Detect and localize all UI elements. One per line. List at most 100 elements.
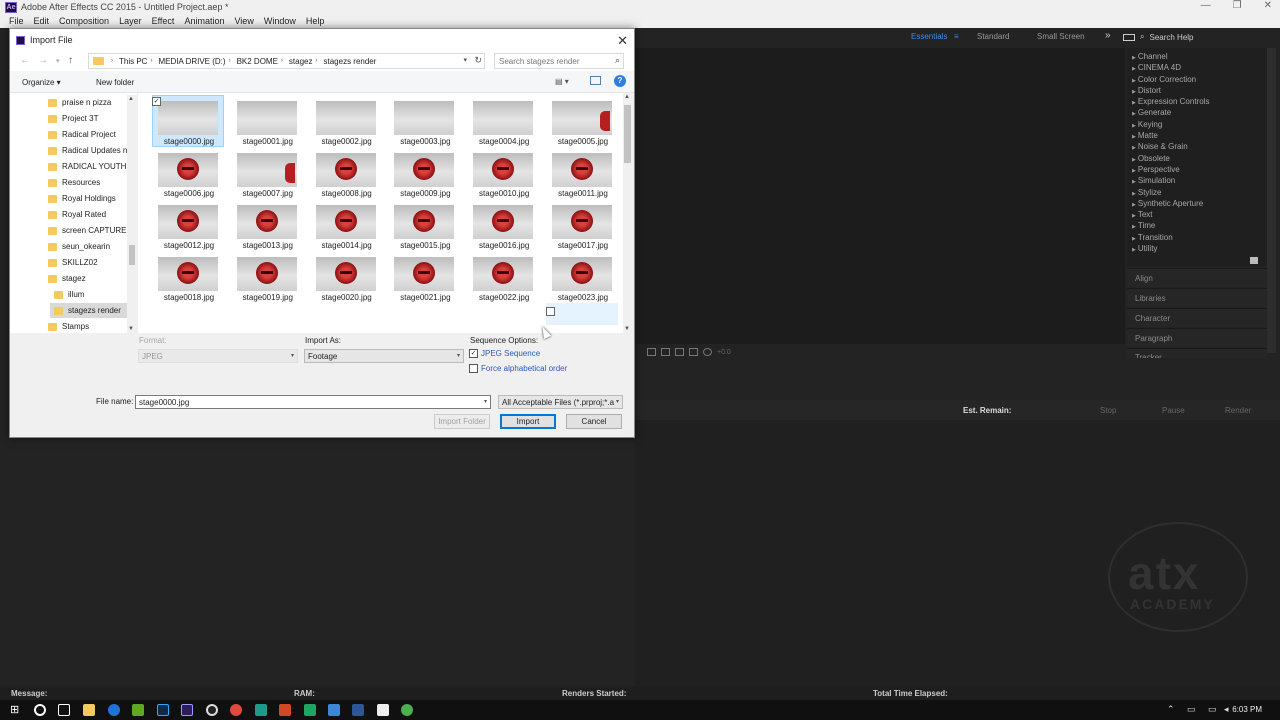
pause-button[interactable]: Pause bbox=[1162, 406, 1185, 415]
effect-category[interactable]: Distort bbox=[1132, 85, 1267, 96]
effect-category[interactable]: Color Correction bbox=[1132, 74, 1267, 85]
nav-item[interactable]: stagez bbox=[10, 271, 86, 286]
render-button[interactable]: Render bbox=[1225, 406, 1251, 415]
breadcrumb-stagez[interactable]: stagez bbox=[289, 57, 313, 66]
task-view-icon[interactable] bbox=[58, 704, 70, 716]
effect-category[interactable]: Generate bbox=[1132, 107, 1267, 118]
file-explorer-icon[interactable] bbox=[83, 704, 95, 716]
network-icon[interactable]: ▭ bbox=[1187, 704, 1196, 715]
menu-file[interactable]: File bbox=[9, 16, 24, 26]
menu-composition[interactable]: Composition bbox=[59, 16, 109, 26]
nav-item[interactable]: Radical Updates n bbox=[10, 143, 127, 158]
tracker-panel-tab[interactable]: Tracker bbox=[1127, 348, 1267, 358]
file-thumbnail[interactable]: stage0014.jpg bbox=[308, 199, 376, 250]
menu-effect[interactable]: Effect bbox=[152, 16, 175, 26]
stop-button[interactable]: Stop bbox=[1100, 406, 1116, 415]
chevron-down-icon[interactable]: ▾ bbox=[484, 398, 487, 405]
cancel-button[interactable]: Cancel bbox=[566, 414, 622, 429]
character-panel-tab[interactable]: Character bbox=[1127, 308, 1267, 327]
effect-category[interactable]: Matte bbox=[1132, 130, 1267, 141]
after-effects-icon[interactable] bbox=[181, 704, 193, 716]
menu-view[interactable]: View bbox=[234, 16, 253, 26]
menu-help[interactable]: Help bbox=[306, 16, 325, 26]
forward-arrow-icon[interactable]: → bbox=[38, 55, 48, 66]
scroll-up-icon[interactable]: ▲ bbox=[128, 96, 134, 102]
search-help[interactable]: ⌕ Search Help bbox=[1123, 32, 1194, 42]
file-thumbnail[interactable]: stage0021.jpg bbox=[386, 251, 455, 302]
volume-icon[interactable]: ◂ bbox=[1224, 704, 1229, 715]
app-teal-icon[interactable] bbox=[255, 704, 267, 716]
start-windows-icon[interactable]: ⊞ bbox=[10, 704, 22, 716]
camera-icon[interactable] bbox=[689, 348, 698, 356]
file-thumbnail[interactable]: stage0015.jpg bbox=[386, 199, 455, 250]
search-input[interactable]: Search stagezs render ⌕ bbox=[494, 53, 624, 69]
file-thumbnail[interactable]: stage0009.jpg bbox=[386, 147, 455, 198]
file-scroll-thumb[interactable] bbox=[624, 105, 631, 163]
powerpoint-icon[interactable] bbox=[279, 704, 291, 716]
nav-item[interactable]: SKILLZ02 bbox=[10, 255, 98, 270]
nav-item[interactable]: illum bbox=[10, 287, 84, 302]
nav-scroll-thumb[interactable] bbox=[129, 245, 135, 265]
nav-item[interactable]: seun_okearin bbox=[10, 239, 110, 254]
refresh-icon[interactable]: ↻ bbox=[474, 55, 482, 66]
menu-edit[interactable]: Edit bbox=[34, 16, 50, 26]
effect-category[interactable]: CINEMA 4D bbox=[1132, 62, 1267, 73]
minimize-icon[interactable]: — bbox=[1201, 0, 1211, 11]
paragraph-panel-tab[interactable]: Paragraph bbox=[1127, 328, 1267, 347]
nav-item[interactable]: Stamps bbox=[10, 319, 89, 333]
right-panel-scrollbar[interactable] bbox=[1267, 48, 1276, 353]
nav-item[interactable]: screen CAPTURE bbox=[10, 223, 126, 238]
file-thumbnail[interactable]: stage0011.jpg bbox=[544, 147, 612, 198]
effect-category[interactable]: Channel bbox=[1132, 51, 1267, 62]
recent-chevron-icon[interactable]: ▾ bbox=[56, 57, 60, 65]
effect-category[interactable]: Stylize bbox=[1132, 187, 1267, 198]
app-blue-icon[interactable] bbox=[328, 704, 340, 716]
file-thumbnail[interactable]: stage0013.jpg bbox=[229, 199, 297, 250]
organize-menu[interactable]: Organize ▾ bbox=[22, 78, 61, 87]
file-thumbnail[interactable]: stage0023.jpg bbox=[544, 251, 612, 302]
file-thumbnail[interactable]: stage0016.jpg bbox=[465, 199, 534, 250]
force-alphabetical-checkbox[interactable]: Force alphabetical order bbox=[469, 364, 567, 373]
checkbox-checked-icon[interactable]: ✓ bbox=[152, 97, 161, 106]
file-thumbnail[interactable]: stage0019.jpg bbox=[229, 251, 297, 302]
import-button[interactable]: Import bbox=[500, 414, 556, 429]
edge-icon[interactable] bbox=[108, 704, 120, 716]
color-icon[interactable] bbox=[703, 348, 712, 356]
photoshop-icon[interactable] bbox=[157, 704, 169, 716]
file-pane-scrollbar[interactable]: ▲ ▼ bbox=[623, 93, 632, 333]
align-panel-tab[interactable]: Align bbox=[1127, 268, 1267, 287]
libraries-panel-tab[interactable]: Libraries bbox=[1127, 288, 1267, 307]
file-thumbnail[interactable]: stage0002.jpg bbox=[308, 95, 376, 146]
app-green-icon[interactable] bbox=[401, 704, 413, 716]
nav-pane-scrollbar[interactable]: ▲ ▼ bbox=[127, 95, 137, 333]
menu-window[interactable]: Window bbox=[264, 16, 296, 26]
close-window-icon[interactable]: ✕ bbox=[1264, 0, 1272, 11]
tray-chevron-icon[interactable]: ⌃ bbox=[1167, 704, 1175, 715]
scroll-up-icon[interactable]: ▲ bbox=[624, 94, 630, 100]
address-dropdown-icon[interactable]: ▾ bbox=[463, 56, 467, 64]
help-icon[interactable]: ? bbox=[614, 75, 626, 87]
effect-category[interactable]: Expression Controls bbox=[1132, 96, 1267, 107]
file-thumbnail[interactable]: stage0012.jpg bbox=[150, 199, 218, 250]
breadcrumb-this-pc[interactable]: This PC bbox=[119, 57, 147, 66]
menu-layer[interactable]: Layer bbox=[119, 16, 142, 26]
effect-category[interactable]: Noise & Grain bbox=[1132, 141, 1267, 152]
exposure-value[interactable]: +0.0 bbox=[717, 349, 731, 356]
back-arrow-icon[interactable]: ← bbox=[20, 55, 30, 66]
workspace-menu-icon[interactable]: ≡ bbox=[954, 32, 959, 41]
workspace-essentials[interactable]: Essentials bbox=[911, 32, 947, 41]
file-thumbnail[interactable]: stage0010.jpg bbox=[465, 147, 534, 198]
file-thumbnail[interactable]: stage0007.jpg bbox=[229, 147, 297, 198]
file-thumbnail[interactable]: stage0017.jpg bbox=[544, 199, 612, 250]
item-checkbox[interactable] bbox=[546, 307, 555, 316]
breadcrumb-bk2-dome[interactable]: BK2 DOME bbox=[237, 57, 278, 66]
address-bar[interactable]: › This PC › MEDIA DRIVE (D:) › BK2 DOME … bbox=[88, 53, 485, 69]
notepad-icon[interactable] bbox=[377, 704, 389, 716]
effect-category[interactable]: Obsolete bbox=[1132, 153, 1267, 164]
workspace-standard[interactable]: Standard bbox=[977, 32, 1009, 41]
file-thumbnail[interactable]: stage0003.jpg bbox=[386, 95, 455, 146]
file-thumbnail[interactable]: stage0022.jpg bbox=[465, 251, 534, 302]
nav-item[interactable]: Project 3T bbox=[10, 111, 98, 126]
file-name-input[interactable]: stage0000.jpg ▾ bbox=[135, 395, 491, 409]
panel-menu-icon[interactable] bbox=[1250, 257, 1258, 264]
